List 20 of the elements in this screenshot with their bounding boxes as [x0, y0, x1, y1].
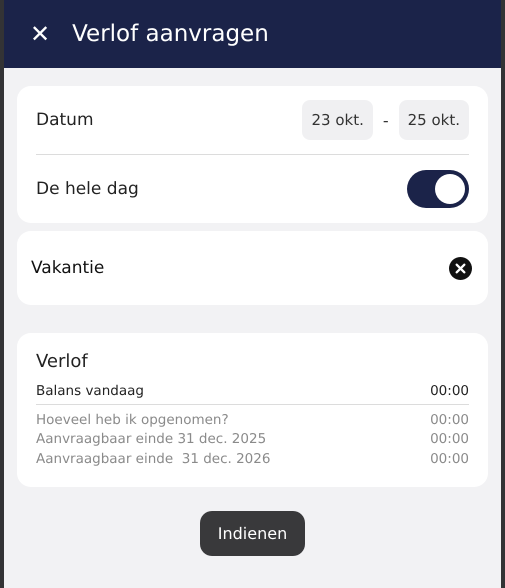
page-title: Verlof aanvragen: [72, 21, 269, 47]
start-date-button[interactable]: 23 okt.: [302, 100, 373, 140]
balance-value: 00:00: [430, 450, 469, 467]
balance-value: 00:00: [430, 383, 469, 399]
close-button[interactable]: ✕: [30, 22, 50, 46]
date-separator: -: [382, 110, 389, 130]
description-field[interactable]: Vakantie: [31, 258, 449, 278]
submit-button[interactable]: Indienen: [200, 510, 306, 556]
clear-icon[interactable]: [449, 256, 472, 280]
balance-label: Balans vandaag: [36, 383, 144, 399]
balance-label: Hoeveel heb ik opgenomen?: [36, 412, 229, 428]
balance-title: Verlof: [36, 351, 89, 372]
end-date-button[interactable]: 25 okt.: [398, 100, 469, 140]
balance-value: 00:00: [430, 431, 469, 448]
balance-label: Aanvraagbaar einde 31 dec. 2025: [36, 431, 266, 448]
date-label: Datum: [36, 110, 94, 130]
balance-label: Aanvraagbaar einde 31 dec. 2026: [36, 450, 270, 467]
balance-value: 00:00: [430, 412, 469, 428]
all-day-toggle[interactable]: [407, 170, 469, 208]
all-day-label: De hele dag: [36, 179, 139, 199]
